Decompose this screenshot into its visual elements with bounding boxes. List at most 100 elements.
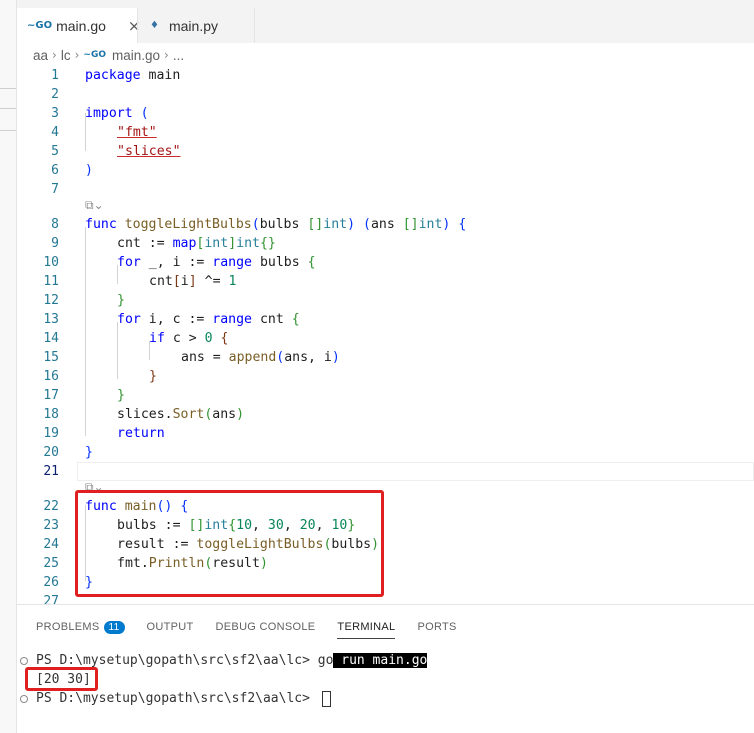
tab-output[interactable]: OUTPUT	[147, 615, 194, 639]
bottom-panel: PROBLEMS 11 OUTPUT DEBUG CONSOLE TERMINA…	[17, 604, 754, 733]
line-number: 6	[51, 163, 59, 178]
line-number: 25	[43, 556, 59, 571]
editor-tab-bar: ~GO main.go × ♦ main.py	[17, 0, 754, 43]
code-line: 3 import (	[17, 104, 754, 123]
line-number: 16	[43, 369, 59, 384]
line-number: 21	[43, 464, 59, 479]
line-number: 5	[51, 144, 59, 159]
code-line: 4 "fmt"	[17, 123, 754, 142]
code-text: }	[85, 445, 93, 460]
line-number: 14	[43, 331, 59, 346]
code-line: 18 slices.Sort(ans)	[17, 405, 754, 424]
code-line: 9 cnt := map[int]int{}	[17, 234, 754, 253]
code-text: if c > 0 {	[149, 331, 229, 346]
tab-label: PROBLEMS	[36, 621, 100, 633]
line-number: 20	[43, 445, 59, 460]
strip-divider	[0, 88, 16, 89]
tab-label: PORTS	[417, 621, 457, 633]
line-number: 8	[51, 217, 59, 232]
breadcrumb-item[interactable]: aa	[33, 48, 48, 63]
activity-strip	[0, 0, 17, 733]
code-line: 6 )	[17, 161, 754, 180]
chevron-right-icon: ›	[52, 48, 57, 62]
tab-label: main.py	[168, 17, 218, 34]
code-line: 14 if c > 0 {	[17, 329, 754, 348]
terminal-command: go	[317, 653, 334, 668]
code-line: 10 for _, i := range bulbs {	[17, 253, 754, 272]
chevron-right-icon: ›	[74, 48, 80, 62]
line-number: 4	[51, 125, 59, 140]
code-text: }	[117, 388, 125, 403]
code-text: slices.Sort(ans)	[117, 407, 245, 422]
breadcrumb-item[interactable]: ...	[173, 48, 184, 63]
code-text: import (	[85, 106, 149, 121]
panel-tabs: PROBLEMS 11 OUTPUT DEBUG CONSOLE TERMINA…	[36, 615, 479, 639]
line-number: 12	[43, 293, 59, 308]
code-line: 17 }	[17, 386, 754, 405]
code-line: 11 cnt[i] ^= 1	[17, 272, 754, 291]
strip-divider	[0, 130, 16, 131]
tab-terminal[interactable]: TERMINAL	[337, 615, 396, 639]
code-line: 19 return	[17, 424, 754, 443]
command-status-icon[interactable]	[20, 695, 28, 703]
line-number: 3	[51, 106, 59, 121]
line-number: 19	[43, 426, 59, 441]
line-number: 7	[51, 182, 59, 197]
highlight-box	[25, 667, 98, 691]
line-number: 10	[43, 255, 59, 270]
line-number: 23	[43, 518, 59, 533]
line-number: 1	[51, 68, 59, 83]
terminal-command-selected: run main.go	[333, 653, 428, 668]
line-number: 26	[43, 575, 59, 590]
terminal-cursor	[321, 690, 331, 707]
line-number: 17	[43, 388, 59, 403]
tab-label: OUTPUT	[146, 621, 194, 633]
tab-main-py[interactable]: ♦ main.py	[137, 8, 255, 43]
code-text: "fmt"	[117, 125, 157, 140]
go-file-icon: ~GO	[27, 20, 53, 31]
tab-label: DEBUG CONSOLE	[215, 621, 316, 633]
code-line: 1 package main	[17, 66, 754, 85]
chevron-right-icon: ›	[164, 48, 169, 62]
line-number: 2	[51, 87, 59, 102]
tab-label: main.go	[56, 17, 106, 34]
code-line: 5 "slices"	[17, 142, 754, 161]
code-line: 13 for i, c := range cnt {	[17, 310, 754, 329]
tab-ports[interactable]: PORTS	[417, 615, 456, 639]
code-text: cnt[i] ^= 1	[149, 274, 237, 289]
code-line: 2	[17, 85, 754, 104]
go-file-icon: ~GO	[83, 50, 106, 60]
problems-badge: 11	[103, 620, 125, 634]
strip-divider	[0, 108, 16, 109]
code-text: for _, i := range bulbs {	[117, 255, 316, 270]
line-number: 9	[51, 236, 59, 251]
code-text: "slices"	[117, 144, 181, 159]
code-text: package main	[85, 68, 181, 83]
breadcrumb-item[interactable]: main.go	[112, 48, 160, 63]
terminal-prompt: PS D:\mysetup\gopath\src\sf2\aa\lc>	[36, 653, 318, 668]
command-status-icon[interactable]	[20, 657, 28, 665]
code-text: }	[149, 369, 157, 384]
tab-label: TERMINAL	[337, 620, 396, 633]
code-text: ans = append(ans, i)	[181, 350, 340, 365]
code-line: 7	[17, 180, 754, 199]
code-text: return	[117, 426, 165, 441]
copilot-lens-icon[interactable]: ⧉⌄	[85, 198, 104, 213]
code-line: 12 }	[17, 291, 754, 310]
tab-debug-console[interactable]: DEBUG CONSOLE	[216, 615, 316, 639]
line-number: 11	[43, 274, 59, 289]
line-number: 15	[43, 350, 59, 365]
highlight-box	[75, 490, 384, 597]
code-text: )	[85, 163, 93, 178]
code-line: 15 ans = append(ans, i)	[17, 348, 754, 367]
line-number: 18	[43, 407, 59, 422]
python-file-icon: ♦	[150, 20, 159, 31]
line-number: 27	[43, 594, 59, 604]
line-number: 22	[43, 499, 59, 514]
terminal-line: PS D:\mysetup\gopath\src\sf2\aa\lc>	[36, 689, 331, 708]
breadcrumb-item[interactable]: lc	[61, 48, 71, 63]
code-text: cnt := map[int]int{}	[117, 236, 276, 251]
tab-problems[interactable]: PROBLEMS 11	[36, 615, 125, 639]
tab-main-go[interactable]: ~GO main.go ×	[17, 8, 140, 43]
breadcrumb: aa › lc › ~GO main.go › ...	[33, 45, 184, 65]
